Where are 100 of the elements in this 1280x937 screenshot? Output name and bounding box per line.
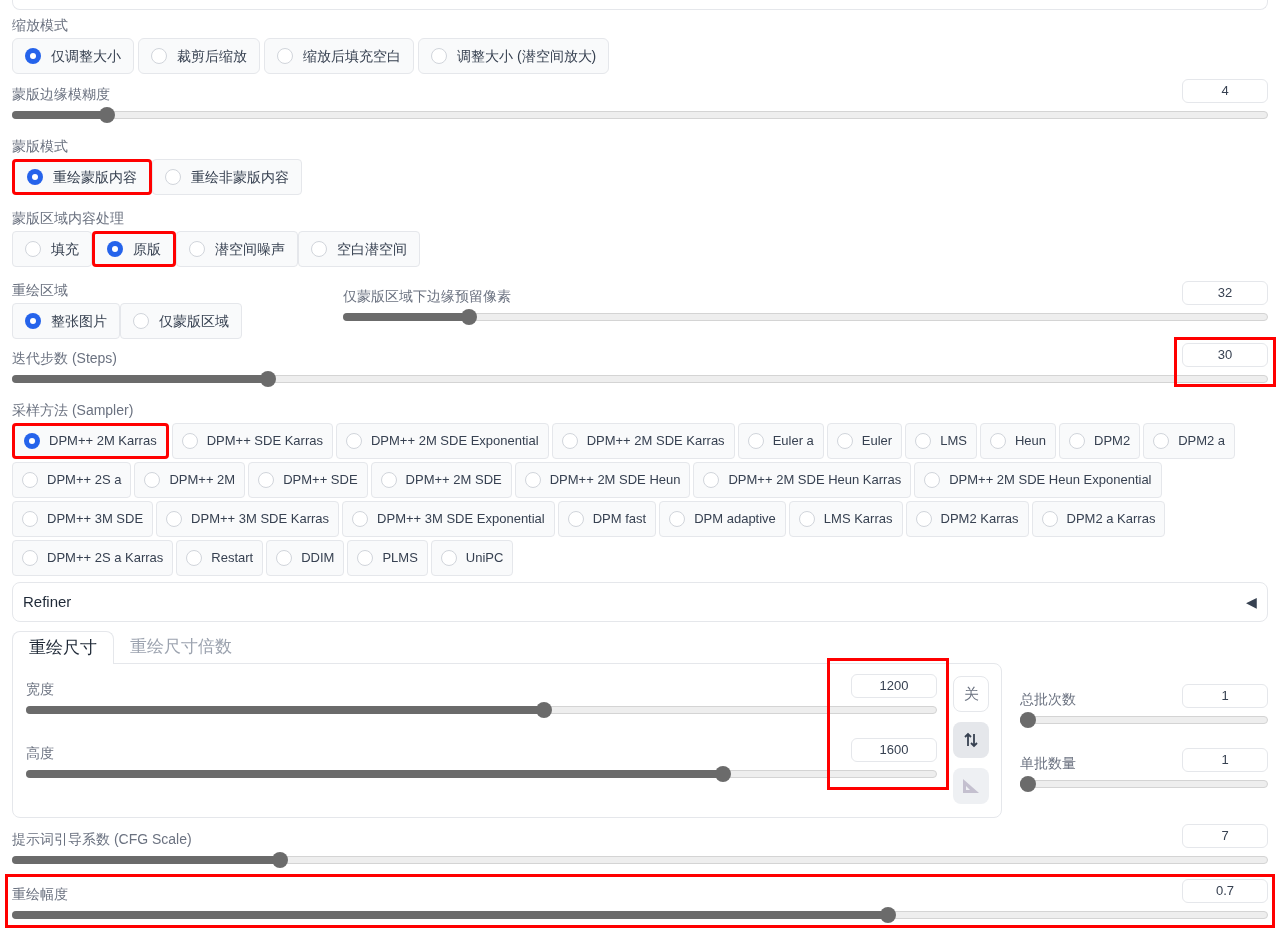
radio-button[interactable]	[915, 511, 932, 527]
slider-thumb[interactable]	[272, 852, 289, 868]
radio-button[interactable]	[22, 550, 38, 566]
radio-option[interactable]: LMS Karras	[788, 501, 903, 537]
radio-option[interactable]: 潜空间噪声	[176, 231, 298, 267]
radio-option[interactable]: LMS	[905, 423, 977, 459]
number-field[interactable]: 30	[1182, 343, 1268, 367]
radio-button[interactable]	[25, 241, 41, 257]
radio-option[interactable]: 重绘非蒙版内容	[152, 159, 302, 195]
radio-option[interactable]: DPM++ SDE	[248, 462, 368, 498]
number-field[interactable]: 1	[1182, 684, 1268, 708]
radio-option[interactable]: DDIM	[266, 540, 345, 576]
slider-thumb[interactable]	[880, 907, 896, 923]
number-field[interactable]: 0.7	[1182, 879, 1268, 903]
radio-option[interactable]: DPM++ 3M SDE Karras	[156, 501, 340, 537]
tab[interactable]: 重绘尺寸	[12, 631, 114, 664]
radio-option[interactable]: DPM++ 2S a Karras	[12, 540, 174, 576]
refiner-accordion[interactable]: Refiner ◀	[12, 582, 1268, 622]
radio-button[interactable]	[107, 241, 123, 257]
radio-option[interactable]: Heun	[979, 423, 1056, 459]
slider-track[interactable]	[26, 766, 937, 782]
radio-button[interactable]	[276, 550, 293, 566]
lock-button[interactable]: 关	[953, 676, 989, 712]
radio-option[interactable]: DPM adaptive	[659, 501, 786, 537]
slider-thumb[interactable]	[461, 309, 478, 325]
slider-thumb[interactable]	[715, 766, 732, 782]
slider-thumb[interactable]	[1020, 712, 1036, 728]
radio-button[interactable]	[989, 433, 1006, 449]
radio-button[interactable]	[133, 313, 149, 329]
radio-button[interactable]	[836, 433, 853, 449]
radio-option[interactable]: 调整大小 (潜空间放大)	[418, 38, 610, 74]
slider-track[interactable]	[1020, 712, 1268, 728]
number-field[interactable]: 7	[1182, 824, 1268, 848]
radio-button[interactable]	[151, 48, 167, 64]
slider-track[interactable]	[26, 702, 937, 718]
radio-option[interactable]: Euler	[826, 423, 903, 459]
radio-button[interactable]	[22, 472, 38, 488]
radio-option[interactable]: DPM++ 2M	[134, 462, 246, 498]
number-field[interactable]: 32	[1182, 281, 1268, 305]
radio-option[interactable]: 仅调整大小	[12, 38, 134, 74]
swap-button[interactable]	[953, 722, 989, 758]
number-field[interactable]: 1200	[851, 674, 937, 698]
radio-option[interactable]: Euler a	[737, 423, 824, 459]
radio-button[interactable]	[798, 511, 815, 527]
radio-option[interactable]: DPM++ 3M SDE Exponential	[342, 501, 555, 537]
slider-track[interactable]	[12, 371, 1268, 387]
radio-button[interactable]	[924, 472, 941, 488]
radio-button[interactable]	[24, 433, 40, 449]
radio-option[interactable]: 裁剪后缩放	[138, 38, 260, 74]
radio-option[interactable]: 仅蒙版区域	[120, 303, 242, 339]
radio-option[interactable]: DPM++ 2M Karras	[12, 423, 169, 459]
radio-button[interactable]	[27, 169, 43, 185]
radio-button[interactable]	[277, 48, 293, 64]
radio-button[interactable]	[311, 241, 327, 257]
radio-button[interactable]	[357, 550, 374, 566]
radio-option[interactable]: DPM++ 2M SDE Karras	[551, 423, 735, 459]
radio-button[interactable]	[258, 472, 275, 488]
radio-option[interactable]: PLMS	[347, 540, 428, 576]
slider-track[interactable]	[12, 852, 1268, 868]
radio-option[interactable]: 重绘蒙版内容	[12, 159, 152, 195]
radio-option[interactable]: 空白潜空间	[298, 231, 420, 267]
radio-option[interactable]: DPM++ 2M SDE	[370, 462, 512, 498]
radio-option[interactable]: UniPC	[430, 540, 514, 576]
slider-track[interactable]	[12, 907, 1268, 923]
radio-button[interactable]	[747, 433, 764, 449]
radio-option[interactable]: DPM fast	[557, 501, 657, 537]
radio-button[interactable]	[144, 472, 161, 488]
radio-button[interactable]	[346, 433, 362, 449]
radio-option[interactable]: 整张图片	[12, 303, 120, 339]
radio-button[interactable]	[25, 48, 41, 64]
radio-button[interactable]	[915, 433, 932, 449]
slider-track[interactable]	[12, 107, 1268, 123]
radio-option[interactable]: Restart	[176, 540, 264, 576]
radio-button[interactable]	[22, 511, 38, 527]
radio-button[interactable]	[165, 169, 181, 185]
radio-button[interactable]	[524, 472, 541, 488]
number-field[interactable]: 4	[1182, 79, 1268, 103]
slider-thumb[interactable]	[536, 702, 553, 718]
radio-button[interactable]	[669, 511, 686, 527]
number-field[interactable]: 1600	[851, 738, 937, 762]
radio-button[interactable]	[380, 472, 397, 488]
radio-button[interactable]	[181, 433, 198, 449]
radio-button[interactable]	[561, 433, 578, 449]
slider-track[interactable]	[343, 309, 1268, 325]
radio-button[interactable]	[189, 241, 205, 257]
number-field[interactable]: 1	[1182, 748, 1268, 772]
slider-thumb[interactable]	[98, 107, 115, 123]
slider-thumb[interactable]	[1020, 776, 1036, 792]
slider-thumb[interactable]	[260, 371, 276, 387]
radio-option[interactable]: DPM2	[1059, 423, 1141, 459]
radio-button[interactable]	[431, 48, 447, 64]
radio-option[interactable]: 原版	[92, 231, 176, 267]
radio-option[interactable]: DPM++ 2M SDE Heun Exponential	[914, 462, 1162, 498]
radio-option[interactable]: DPM++ 2M SDE Exponential	[336, 423, 549, 459]
radio-option[interactable]: DPM++ 2S a	[12, 462, 132, 498]
radio-option[interactable]: DPM2 a Karras	[1031, 501, 1166, 537]
radio-option[interactable]: 缩放后填充空白	[264, 38, 414, 74]
radio-button[interactable]	[25, 313, 41, 329]
radio-option[interactable]: DPM++ 2M SDE Heun Karras	[693, 462, 912, 498]
radio-button[interactable]	[1069, 433, 1085, 449]
